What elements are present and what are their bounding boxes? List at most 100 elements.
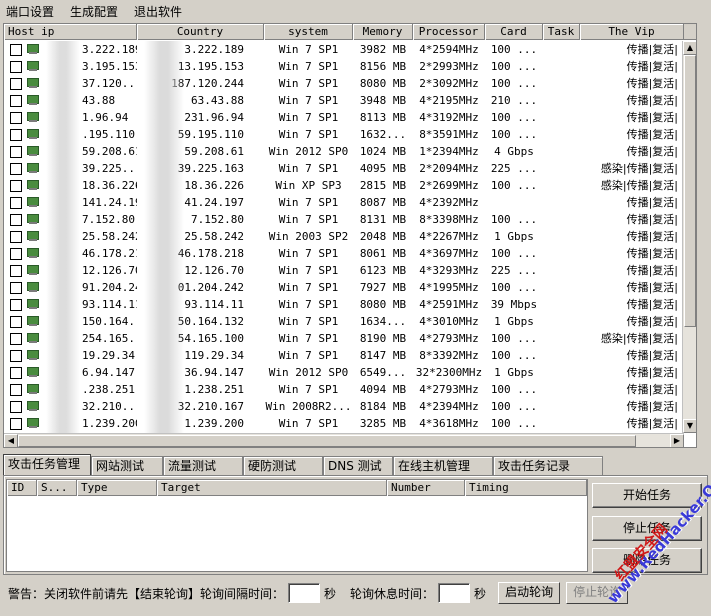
column-header-system[interactable]: system xyxy=(264,24,353,40)
tab-4[interactable]: DNS 测试 xyxy=(323,456,393,475)
row-checkbox[interactable] xyxy=(10,349,22,362)
table-row[interactable]: 3.195.153 13.195.153 Win 7 SP1 8156 MB 2*299… xyxy=(4,58,684,75)
stop-polling-button[interactable]: 停止轮询 xyxy=(566,582,629,604)
tab-5[interactable]: 在线主机管理 xyxy=(393,456,493,475)
task-table: ID S... Type Target Number Timing xyxy=(6,479,588,572)
scroll-left-icon[interactable]: ◀ xyxy=(4,434,18,447)
row-checkbox[interactable] xyxy=(10,230,22,243)
card-cell: 100 ... xyxy=(490,281,538,294)
column-header-processor[interactable]: Processor xyxy=(413,24,485,40)
row-checkbox[interactable] xyxy=(10,400,22,413)
row-checkbox[interactable] xyxy=(10,145,22,158)
column-header-card[interactable]: Card xyxy=(485,24,543,40)
task-column-header[interactable]: Target xyxy=(157,480,387,496)
row-checkbox[interactable] xyxy=(10,298,22,311)
menu-item[interactable]: 退出软件 xyxy=(132,2,184,21)
scroll-down-icon[interactable]: ▼ xyxy=(683,419,696,433)
tab-0[interactable]: 攻击任务管理 xyxy=(3,454,91,475)
table-row[interactable]: 7.152.80 7.152.80 Win 7 SP1 8131 MB 8*3398MH… xyxy=(4,211,684,228)
table-row[interactable]: 46.178.21846.178.218Win 7 SP18061 MB4*36… xyxy=(4,245,684,262)
row-checkbox[interactable] xyxy=(10,43,22,56)
task-cell xyxy=(543,245,580,262)
column-header-vip[interactable]: The Vip xyxy=(580,24,684,40)
table-row[interactable]: 6.94.147 36.94.147 Win 2012 SP0 6549... 32*2… xyxy=(4,364,684,381)
vertical-scrollbar[interactable]: ▲ ▼ xyxy=(682,41,696,433)
table-row[interactable]: 19.29.34 119.29.34 Win 7 SP1 8147 MB 8*3392M… xyxy=(4,347,684,364)
table-row[interactable]: .238.251 1.238.251 Win 7 SP1 4094 MB 4*2793M… xyxy=(4,381,684,398)
task-column-header[interactable]: Number xyxy=(387,480,465,496)
delete-task-button[interactable]: 删除任务 xyxy=(592,548,702,573)
computer-icon xyxy=(26,282,40,293)
row-checkbox[interactable] xyxy=(10,383,22,396)
table-row[interactable]: 1.96.94 231.96.94 Win 7 SP1 8113 MB 4*3192MH… xyxy=(4,109,684,126)
row-checkbox[interactable] xyxy=(10,264,22,277)
scroll-right-icon[interactable]: ▶ xyxy=(670,434,684,447)
table-row[interactable]: 25.58.242 25.58.242 Win 2003 SP2 2048 MB 4*2… xyxy=(4,228,684,245)
processor-cell: 2*2993MHz xyxy=(419,60,479,73)
row-checkbox[interactable] xyxy=(10,281,22,294)
row-checkbox[interactable] xyxy=(10,77,22,90)
table-row[interactable]: 43.88 63.43.88 Win 7 SP1 3948 MB 4*2195MHz 21… xyxy=(4,92,684,109)
task-column-header[interactable]: Timing xyxy=(465,480,587,496)
start-task-button[interactable]: 开始任务 xyxy=(592,483,702,508)
processor-cell: 1*2394MHz xyxy=(419,145,479,158)
task-column-header[interactable]: ID xyxy=(7,480,37,496)
card-cell: 100 ... xyxy=(490,383,538,396)
scroll-up-icon[interactable]: ▲ xyxy=(683,41,696,55)
row-checkbox[interactable] xyxy=(10,417,22,430)
horizontal-scrollbar[interactable]: ◀ ▶ xyxy=(4,433,684,447)
vip-cell: 传播|复活| xyxy=(626,315,678,328)
computer-icon xyxy=(26,231,40,242)
column-header-memory[interactable]: Memory xyxy=(353,24,413,40)
row-checkbox[interactable] xyxy=(10,332,22,345)
row-checkbox[interactable] xyxy=(10,60,22,73)
table-row[interactable]: 37.120... 187.120.244 Win 7 SP1 8080 MB 2*30… xyxy=(4,75,684,92)
menu-item[interactable]: 生成配置 xyxy=(68,2,120,21)
column-header-task[interactable]: Task xyxy=(543,24,580,40)
poll-interval-input[interactable] xyxy=(288,583,321,603)
horizontal-scroll-thumb[interactable] xyxy=(18,435,636,447)
system-cell: Win 7 SP1 xyxy=(278,77,339,90)
column-header-country[interactable]: Country xyxy=(137,24,264,40)
tab-1[interactable]: 网站测试 xyxy=(91,456,163,475)
table-row[interactable]: 39.225... 39.225.163 Win 7 SP1 4095 MB 2*209… xyxy=(4,160,684,177)
row-checkbox[interactable] xyxy=(10,366,22,379)
row-checkbox[interactable] xyxy=(10,315,22,328)
table-row[interactable]: 93.114.11 93.114.11 Win 7 SP1 8080 MB 4*2591… xyxy=(4,296,684,313)
tab-2[interactable]: 流量测试 xyxy=(163,456,243,475)
row-checkbox[interactable] xyxy=(10,162,22,175)
table-row[interactable]: 1.239.200 1.239.200 Win 7 SP1 3285 MB 4*3618… xyxy=(4,415,684,432)
table-row[interactable]: 150.164...50.164.132Win 7 SP11634...4*30… xyxy=(4,313,684,330)
row-checkbox[interactable] xyxy=(10,94,22,107)
menu-item[interactable]: 端口设置 xyxy=(4,2,56,21)
table-row[interactable]: 91.204.24201.204.242Win 7 SP17927 MB4*19… xyxy=(4,279,684,296)
table-row[interactable]: 3.222.189 3.222.189 Win 7 SP1 3982 MB 4*2594… xyxy=(4,41,684,58)
task-column-header[interactable]: Type xyxy=(77,480,157,496)
row-checkbox[interactable] xyxy=(10,196,22,209)
vip-cell: 传播|复活| xyxy=(626,196,678,209)
start-polling-button[interactable]: 启动轮询 xyxy=(498,582,561,604)
task-column-header[interactable]: S... xyxy=(37,480,77,496)
column-header-host[interactable]: Host ip xyxy=(4,24,137,40)
processor-cell: 4*2195MHz xyxy=(419,94,479,107)
table-row[interactable]: .195.110 59.195.110 Win 7 SP1 1632... 8*3591… xyxy=(4,126,684,143)
table-row[interactable]: 141.24.19741.24.197Win 7 SP18087 MB4*239… xyxy=(4,194,684,211)
tab-6[interactable]: 攻击任务记录 xyxy=(493,456,603,475)
row-checkbox[interactable] xyxy=(10,128,22,141)
rest-time-input[interactable] xyxy=(438,583,471,603)
row-checkbox[interactable] xyxy=(10,247,22,260)
table-row[interactable]: 59.208.61 59.208.61 Win 2012 SP0 1024 MB 1*2… xyxy=(4,143,684,160)
processor-cell: 2*2094MHz xyxy=(419,162,479,175)
memory-cell: 8156 MB xyxy=(359,60,407,73)
row-checkbox[interactable] xyxy=(10,213,22,226)
tab-3[interactable]: 硬防测试 xyxy=(243,456,323,475)
stop-task-button[interactable]: 停止任务 xyxy=(592,516,702,541)
table-row[interactable]: 254.165...54.165.100Win 7 SP18190 MB4*27… xyxy=(4,330,684,347)
vip-cell: 传播|复活| xyxy=(626,94,678,107)
row-checkbox[interactable] xyxy=(10,179,22,192)
table-row[interactable]: 32.210... 32.210.167 Win 2008R2... 8184 MB 4… xyxy=(4,398,684,415)
table-row[interactable]: 12.126.70 12.126.70 Win 7 SP1 6123 MB 4*3293… xyxy=(4,262,684,279)
vertical-scroll-thumb[interactable] xyxy=(684,55,696,327)
table-row[interactable]: 18.36.226 18.36.226 Win XP SP3 2815 MB 2*269… xyxy=(4,177,684,194)
row-checkbox[interactable] xyxy=(10,111,22,124)
